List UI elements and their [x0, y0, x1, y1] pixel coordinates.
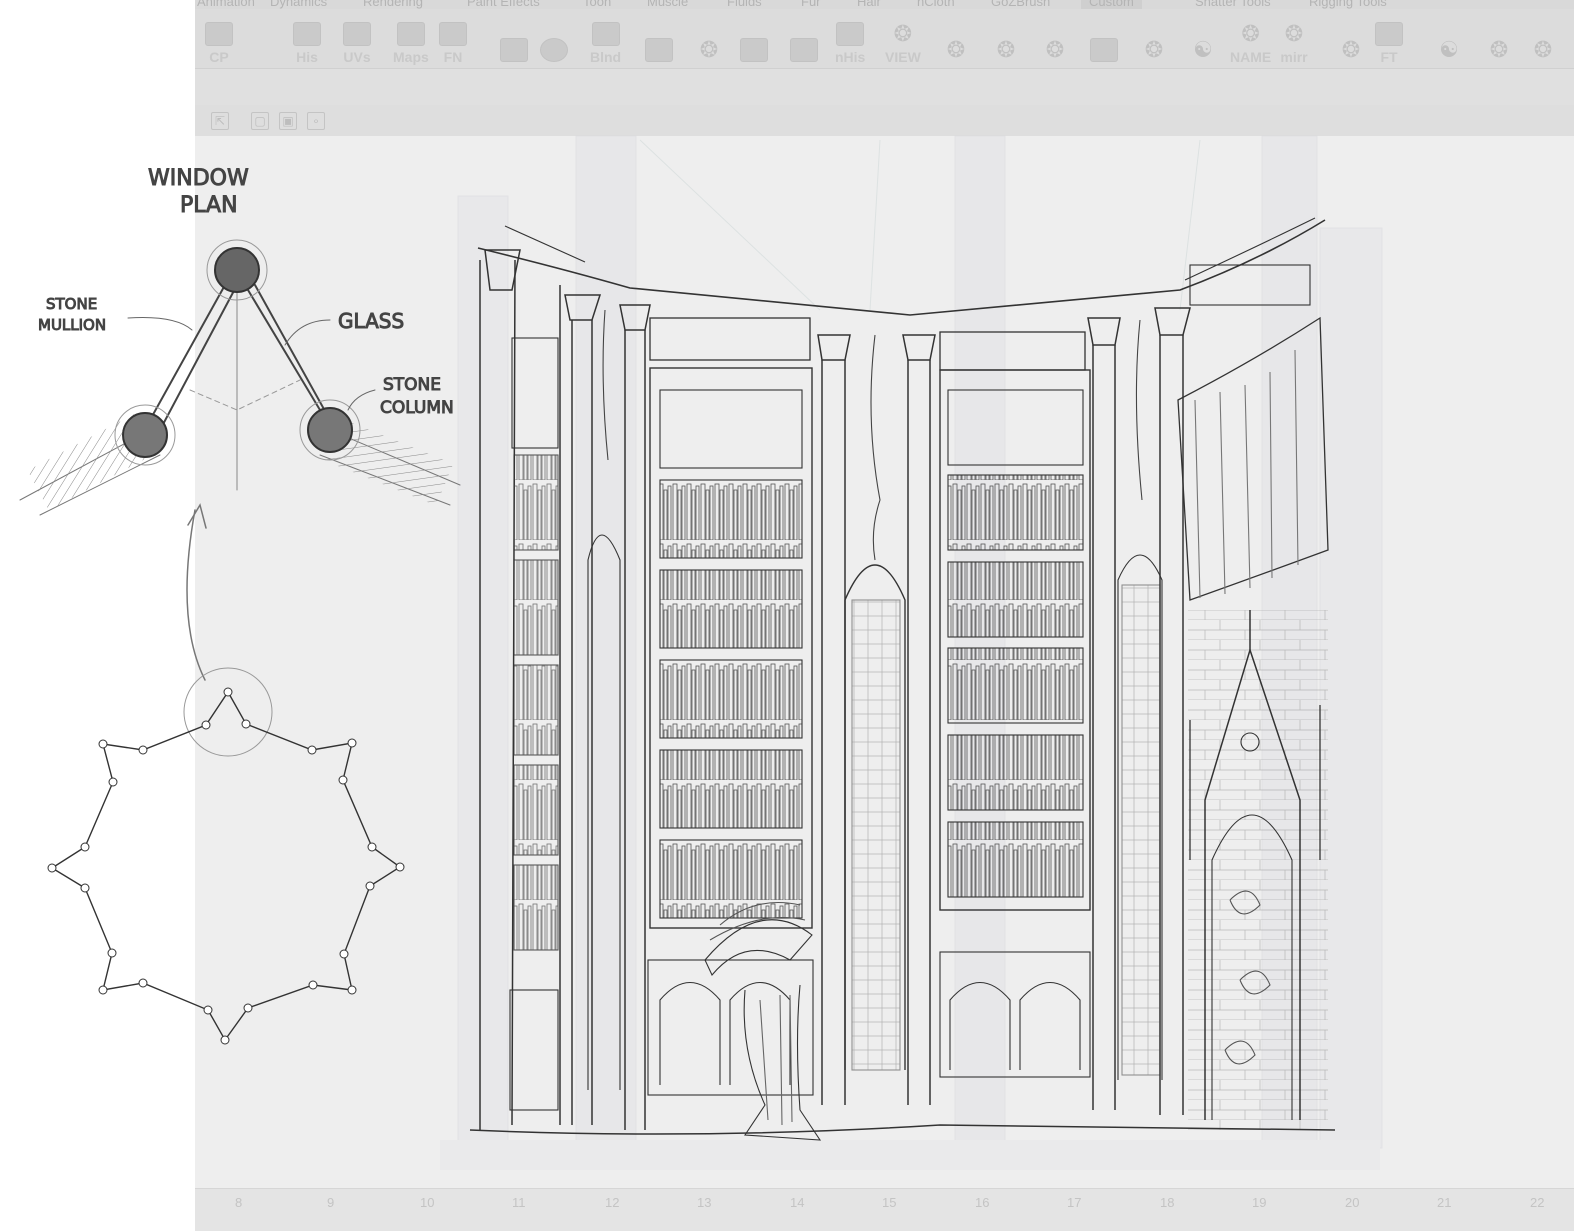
sketch-overlay: WINDOW PLAN STONE MULLION GLASS STONE CO…: [19, 135, 1383, 1170]
lectern-sketch: [704, 902, 822, 1141]
stone-column-label: COLUMN: [380, 398, 454, 418]
window-plan-sketch: WINDOW PLAN STONE MULLION GLASS STONE CO…: [19, 166, 461, 1045]
stone-mullion-label: MULLION: [38, 316, 106, 334]
stone-column-label: STONE: [383, 375, 441, 395]
stone-mullion-label: STONE: [46, 295, 97, 313]
window-plan-label: PLAN: [180, 193, 238, 218]
window-plan-label: WINDOW: [148, 166, 249, 191]
glass-label: GLASS: [338, 309, 404, 333]
